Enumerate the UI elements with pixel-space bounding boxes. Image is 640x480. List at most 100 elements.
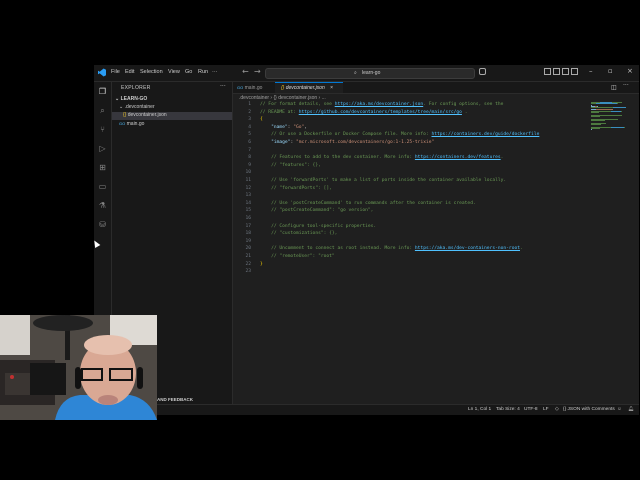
menu-file[interactable]: File	[111, 69, 120, 75]
line-number: 4	[248, 124, 251, 130]
menu-selection[interactable]: Selection	[140, 69, 163, 75]
code-line[interactable]: {	[260, 117, 263, 122]
workspace-root-label: LEARN-GO	[120, 96, 148, 102]
line-number: 8	[248, 155, 251, 161]
file-main-go[interactable]: GO main.go	[119, 121, 144, 127]
menu-run[interactable]: Run	[198, 69, 208, 75]
more-actions-icon[interactable]: ···	[220, 83, 226, 90]
line-number: 13	[245, 193, 251, 199]
code-line[interactable]: // For format details, see https://aka.m…	[260, 102, 503, 107]
status-bar: Ln 1, Col 1 Tab Size: 4 UTF-8 LF ◇ {} JS…	[94, 404, 639, 415]
line-number: 21	[245, 254, 251, 259]
minimap-line	[591, 120, 606, 122]
minimap-line	[591, 124, 601, 126]
split-editor-icon[interactable]: ◫	[611, 84, 617, 91]
minimap-line	[595, 108, 614, 110]
vscode-logo-icon	[98, 68, 106, 77]
breadcrumb-folder[interactable]: .devcontainer	[239, 95, 269, 101]
toggle-panel-icon[interactable]	[553, 68, 560, 75]
source-control-icon[interactable]: ⑂	[98, 125, 107, 134]
json-file-icon: {}	[281, 85, 285, 91]
menu-go[interactable]: Go	[185, 69, 192, 75]
code-line[interactable]: // "remoteUser": "root"	[260, 254, 335, 259]
go-file-icon: GO	[237, 85, 244, 90]
end-of-line[interactable]: LF	[543, 407, 549, 412]
file-devcontainer-json[interactable]: {} devcontainer.json	[112, 112, 232, 120]
testing-icon[interactable]: ⚗	[98, 201, 107, 210]
explorer-title: EXPLORER	[121, 85, 151, 91]
code-line[interactable]: // Uncomment to connect as root instead.…	[260, 246, 523, 251]
webcam-overlay	[0, 315, 157, 420]
tab-size[interactable]: Tab Size: 4	[496, 407, 520, 412]
forward-arrow-icon[interactable]: →	[254, 67, 261, 76]
code-editor[interactable]: 1 // For format details, see https://aka.…	[233, 102, 593, 402]
menu-edit[interactable]: Edit	[125, 69, 134, 75]
file-encoding[interactable]: UTF-8	[524, 407, 538, 412]
vscode-window: File Edit Selection View Go Run ··· ← → …	[94, 65, 639, 415]
breadcrumb-symbol[interactable]: ...	[322, 95, 326, 101]
minimap-line	[591, 128, 601, 129]
notifications-icon[interactable]: 🔔︎	[628, 407, 634, 412]
line-number: 16	[245, 216, 251, 221]
minimap-line	[612, 107, 627, 109]
file-devcontainer-json-label: devcontainer.json	[127, 112, 167, 118]
minimap-line	[591, 116, 601, 118]
menu-more-icon[interactable]: ···	[212, 69, 218, 75]
explorer-icon[interactable]: ❐	[98, 87, 107, 96]
cursor-position[interactable]: Ln 1, Col 1	[468, 407, 491, 412]
line-number: 19	[245, 238, 251, 244]
tab-main-go[interactable]: GO main.go	[233, 82, 276, 93]
code-line[interactable]: "name": "Go",	[260, 125, 307, 130]
line-number: 20	[245, 246, 251, 252]
minimap-line	[595, 103, 617, 105]
code-line[interactable]: // "forwardPorts": [],	[260, 186, 332, 191]
copilot-status-icon[interactable]: ☺	[617, 407, 622, 412]
minimap-line	[591, 112, 599, 114]
code-line[interactable]: // Or use a Dockerfile or Docker Compose…	[260, 132, 539, 137]
workspace-root[interactable]: ⌄ LEARN-GO	[115, 96, 147, 102]
outline-section-label[interactable]: AND FEEDBACK	[157, 397, 193, 402]
line-number: 15	[245, 208, 251, 214]
breadcrumb-file[interactable]: {} devcontainer.json	[273, 95, 317, 101]
code-line[interactable]: // "customizations": {},	[260, 231, 337, 236]
line-number: 1	[248, 102, 251, 107]
maximize-icon[interactable]: ▫	[608, 67, 613, 75]
code-line[interactable]: // Configure tool-specific properties.	[260, 224, 376, 229]
line-number: 6	[248, 140, 251, 145]
code-line[interactable]: // Use 'forwardPorts' to make a list of …	[260, 178, 506, 183]
code-line[interactable]: // "postCreateCommand": "go version",	[260, 208, 373, 213]
minimap-line	[610, 111, 622, 113]
command-center-search[interactable]: ⌕ learn-go	[265, 68, 475, 79]
folder-devcontainer[interactable]: ⌄ .devcontainer	[119, 104, 155, 110]
extensions-icon[interactable]: ⊞	[98, 163, 107, 172]
containers-icon[interactable]: ⛁	[98, 220, 107, 229]
remote-explorer-icon[interactable]: ▭	[98, 182, 107, 191]
line-number: 11	[245, 178, 251, 183]
search-icon: ⌕	[354, 70, 357, 76]
minimap[interactable]	[591, 102, 631, 132]
language-mode-icon[interactable]: ◇	[555, 407, 559, 412]
copilot-icon[interactable]	[479, 68, 486, 75]
code-line[interactable]: }	[260, 262, 263, 267]
menu-view[interactable]: View	[168, 69, 180, 75]
code-line[interactable]: // Use 'postCreateCommand' to run comman…	[260, 201, 476, 206]
back-arrow-icon[interactable]: ←	[242, 67, 249, 76]
run-debug-icon[interactable]: ▷	[98, 144, 107, 153]
close-tab-icon[interactable]: ×	[330, 85, 333, 91]
language-mode[interactable]: {} JSON with Comments	[563, 407, 615, 412]
code-line[interactable]: // README at: https://github.com/devcont…	[260, 110, 467, 115]
minimize-icon[interactable]: –	[589, 67, 593, 75]
code-line[interactable]: // "features": {},	[260, 163, 321, 168]
code-line[interactable]: "image": "mcr.microsoft.com/devcontainer…	[260, 140, 434, 145]
toggle-secondary-sidebar-icon[interactable]	[562, 68, 569, 75]
customize-layout-icon[interactable]	[571, 68, 578, 75]
code-line[interactable]: // Features to add to the dev container.…	[260, 155, 503, 160]
minimap-line	[610, 126, 624, 128]
search-view-icon[interactable]: ⌕	[98, 106, 107, 115]
tab-main-go-label: main.go	[244, 85, 263, 91]
toggle-sidebar-icon[interactable]	[544, 68, 551, 75]
line-number: 9	[248, 162, 251, 168]
editor-more-icon[interactable]: ···	[623, 82, 629, 89]
tab-devcontainer-json[interactable]: {} devcontainer.json ×	[275, 82, 343, 93]
close-window-icon[interactable]: ×	[627, 67, 633, 75]
